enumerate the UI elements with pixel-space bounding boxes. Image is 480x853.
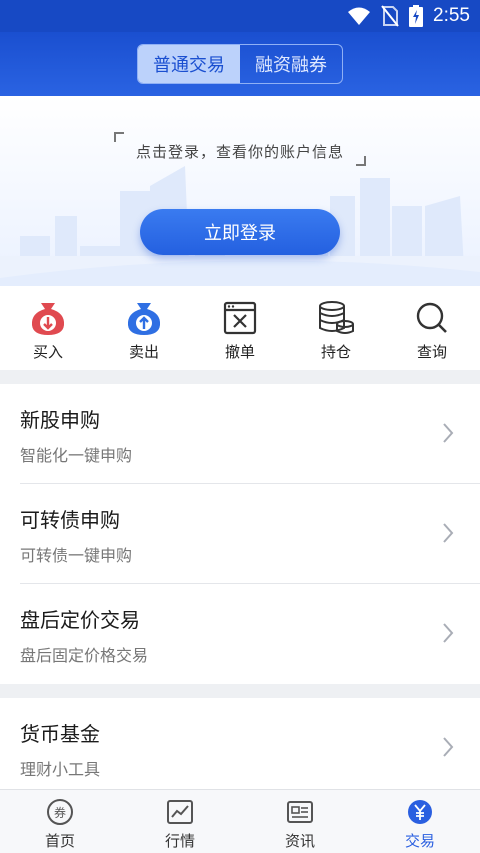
cancel-order-icon — [220, 298, 260, 338]
list-item-money-fund[interactable]: 货币基金 理财小工具 — [0, 698, 480, 789]
nav-news-label: 资讯 — [284, 832, 315, 850]
list-item-subtitle: 智能化一键申购 — [20, 446, 133, 465]
chevron-right-icon — [443, 623, 454, 643]
list-item-subtitle: 理财小工具 — [20, 760, 101, 779]
action-query-label: 查询 — [416, 343, 447, 361]
nav-home[interactable]: 券 首页 — [0, 790, 120, 853]
bottom-nav: 券 首页 行情 资讯 交易 — [0, 789, 480, 853]
login-button[interactable]: 立即登录 — [140, 209, 340, 255]
section-divider — [0, 684, 480, 698]
yuan-icon — [405, 798, 435, 826]
tab-normal-trade[interactable]: 普通交易 — [138, 45, 240, 83]
nav-home-label: 首页 — [44, 832, 75, 850]
wifi-icon — [348, 7, 371, 25]
login-hint: 点击登录，查看你的账户信息 — [114, 132, 366, 166]
action-buy-label: 买入 — [32, 343, 63, 361]
chart-icon — [165, 798, 195, 826]
action-positions-label: 持仓 — [320, 343, 351, 361]
nav-market-label: 行情 — [164, 832, 195, 850]
list-item-title: 货币基金 — [20, 722, 100, 746]
section-divider — [0, 370, 480, 384]
login-hint-text: 点击登录，查看你的账户信息 — [135, 143, 344, 161]
nav-trade[interactable]: 交易 — [360, 790, 480, 853]
action-query[interactable]: 查询 — [384, 286, 480, 370]
list-item-subtitle: 可转债一键申购 — [20, 546, 133, 565]
status-bar: 2:55 — [0, 0, 480, 32]
quick-actions: 买入 卖出 撤单 持仓 查询 — [0, 286, 480, 370]
battery-charging-icon — [409, 5, 424, 27]
list-item-subtitle: 盘后固定价格交易 — [20, 646, 149, 665]
list-item-title: 可转债申购 — [20, 508, 120, 532]
status-time: 2:55 — [433, 5, 470, 26]
trade-mode-segment: 普通交易 融资融券 — [137, 44, 343, 84]
chevron-right-icon — [443, 423, 454, 443]
coupon-icon: 券 — [45, 798, 75, 826]
nav-news[interactable]: 资讯 — [240, 790, 360, 853]
list-item-title: 新股申购 — [20, 408, 100, 432]
chevron-right-icon — [443, 523, 454, 543]
bracket-right-icon — [356, 156, 366, 166]
status-icons: 2:55 — [347, 5, 470, 27]
action-buy[interactable]: 买入 — [0, 286, 96, 370]
nav-market[interactable]: 行情 — [120, 790, 240, 853]
action-positions[interactable]: 持仓 — [288, 286, 384, 370]
city-skyline-illustration — [0, 96, 480, 286]
action-sell[interactable]: 卖出 — [96, 286, 192, 370]
no-sim-icon — [381, 5, 399, 27]
list-item-after-hours-trade[interactable]: 盘后定价交易 盘后固定价格交易 — [0, 584, 480, 684]
action-sell-label: 卖出 — [128, 343, 159, 361]
list-item-ipo-subscription[interactable]: 新股申购 智能化一键申购 — [0, 384, 480, 484]
sell-bag-icon — [124, 298, 164, 338]
list-item-convertible-bond[interactable]: 可转债申购 可转债一键申购 — [0, 484, 480, 584]
action-cancel-order-label: 撤单 — [224, 343, 255, 361]
list-item-title: 盘后定价交易 — [20, 608, 140, 632]
chevron-right-icon — [443, 737, 454, 757]
tab-margin-trade[interactable]: 融资融券 — [240, 45, 342, 83]
coins-stack-icon — [316, 298, 356, 338]
svg-text:券: 券 — [54, 805, 66, 820]
search-icon — [412, 298, 452, 338]
action-cancel-order[interactable]: 撤单 — [192, 286, 288, 370]
nav-trade-label: 交易 — [404, 832, 435, 850]
trade-header: 普通交易 融资融券 — [0, 32, 480, 96]
buy-bag-icon — [28, 298, 68, 338]
news-icon — [285, 798, 315, 826]
login-panel: 点击登录，查看你的账户信息 立即登录 — [0, 96, 480, 286]
